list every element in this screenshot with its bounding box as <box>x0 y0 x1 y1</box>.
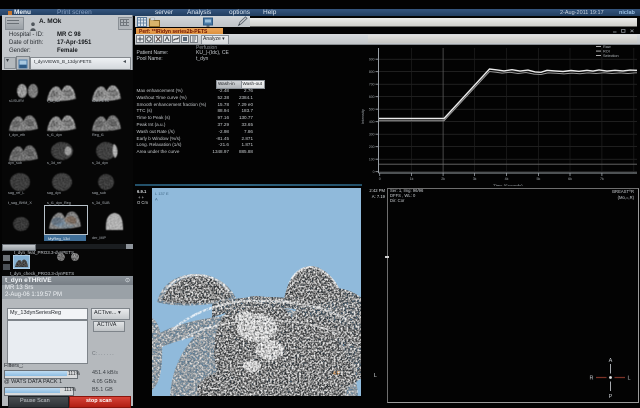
svg-text:7k: 7k <box>600 177 604 181</box>
svg-text:2k: 2k <box>441 177 445 181</box>
svg-text:500: 500 <box>369 107 375 111</box>
svg-text:Time (Seconds): Time (Seconds) <box>493 184 523 187</box>
svg-text:Selection: Selection <box>603 54 619 58</box>
svg-text:Intensity: Intensity <box>360 109 365 124</box>
svg-text:700: 700 <box>369 82 375 86</box>
svg-text:L: L <box>627 376 630 382</box>
svg-text:600: 600 <box>369 95 375 99</box>
svg-text:L 137 E: L 137 E <box>155 191 169 196</box>
svg-text:6k: 6k <box>568 177 572 181</box>
svg-text:800: 800 <box>369 70 375 74</box>
svg-text:0: 0 <box>379 177 381 181</box>
svg-text:400: 400 <box>369 120 375 124</box>
svg-text:5k: 5k <box>537 177 541 181</box>
svg-text:R: R <box>590 376 594 382</box>
svg-text:300: 300 <box>369 132 375 136</box>
svg-text:P: P <box>609 394 613 400</box>
svg-text:200: 200 <box>369 145 375 149</box>
svg-text:100: 100 <box>369 157 375 161</box>
svg-text:ROI: ROI <box>603 50 610 54</box>
svg-text:A: A <box>155 197 158 202</box>
svg-text:900: 900 <box>369 57 375 61</box>
svg-text:0: 0 <box>373 170 375 174</box>
svg-text:1k: 1k <box>410 177 414 181</box>
svg-text:3k: 3k <box>473 177 477 181</box>
svg-text:Raw: Raw <box>603 45 611 49</box>
svg-text:4k: 4k <box>505 177 509 181</box>
svg-text:A: A <box>609 358 613 364</box>
